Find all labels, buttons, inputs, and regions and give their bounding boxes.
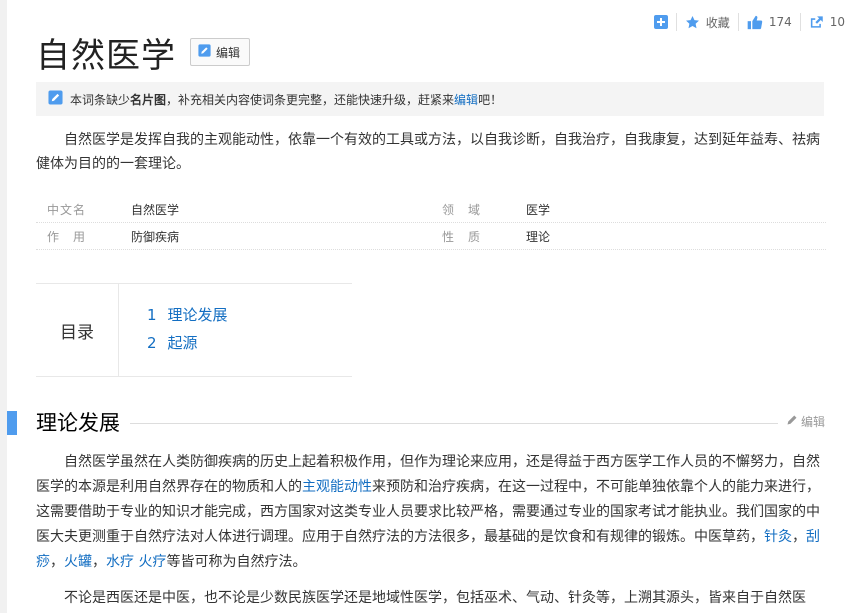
catalog-title: 目录 bbox=[36, 284, 119, 376]
thumbs-up-icon bbox=[747, 15, 763, 30]
body-paragraph: 自然医学虽然在人类防御疾病的历史上起着积极作用，但作为理论来应用，还是得益于西方… bbox=[36, 450, 826, 575]
info-name: 领 域 bbox=[442, 202, 482, 217]
top-action-bar: 收藏 174 10 bbox=[646, 12, 853, 32]
edit-button[interactable]: 编辑 bbox=[190, 38, 251, 66]
edit-button-label: 编辑 bbox=[216, 45, 241, 60]
link-fire-therapy[interactable]: 火疗 bbox=[138, 554, 166, 570]
plus-square-icon bbox=[653, 15, 668, 29]
link-cupping[interactable]: 火罐 bbox=[64, 554, 92, 570]
catalog-item-theory-development[interactable]: 1 理论发展 bbox=[147, 301, 228, 329]
title-row: 自然医学 编辑 bbox=[36, 28, 251, 76]
catalog: 目录 1 理论发展 2 起源 bbox=[36, 283, 352, 377]
like-button[interactable]: 174 bbox=[739, 15, 800, 30]
favorite-label: 收藏 bbox=[705, 15, 730, 30]
pencil-icon bbox=[786, 414, 801, 429]
share-button[interactable]: 10 bbox=[801, 15, 853, 29]
section-divider bbox=[130, 423, 778, 424]
page-title: 自然医学 bbox=[36, 35, 176, 76]
pencil-icon bbox=[198, 44, 216, 60]
link-hydrotherapy[interactable]: 水疗 bbox=[106, 554, 134, 570]
info-value: 理论 bbox=[526, 229, 551, 244]
section-edit-label: 编辑 bbox=[800, 415, 825, 429]
section-marker-bar bbox=[7, 411, 17, 435]
add-button[interactable] bbox=[646, 15, 676, 29]
catalog-list: 1 理论发展 2 起源 bbox=[119, 284, 228, 376]
section-edit-button[interactable]: 编辑 bbox=[786, 413, 825, 430]
info-value: 自然医学 bbox=[131, 202, 180, 217]
body-paragraph: 不论是西医还是中医，也不论是少数民族医学还是地域性医学，包括巫术、气动、针灸等，… bbox=[64, 590, 806, 606]
info-name: 性 质 bbox=[442, 229, 482, 244]
text: ， bbox=[92, 554, 106, 570]
basic-info-table: 中文名 自然医学 领 域 医学 作 用 防御疾病 性 质 理论 bbox=[36, 196, 826, 250]
info-row: 中文名 自然医学 领 域 医学 bbox=[36, 196, 826, 223]
text: ， bbox=[50, 554, 64, 570]
notice-text-mid: ，补充相关内容使词条更完整，还能快速升级，赶紧来 bbox=[166, 92, 455, 107]
like-count: 174 bbox=[768, 15, 792, 29]
catalog-item-origin[interactable]: 2 起源 bbox=[147, 329, 228, 357]
catalog-item-index: 1 bbox=[147, 306, 157, 324]
star-icon bbox=[685, 15, 700, 30]
notice-text-pre: 本词条缺少 bbox=[70, 92, 131, 107]
pencil-note-icon bbox=[48, 90, 63, 108]
catalog-item-label: 起源 bbox=[167, 334, 198, 352]
section-title: 理论发展 bbox=[36, 411, 120, 435]
info-value: 防御疾病 bbox=[131, 229, 180, 244]
catalog-item-index: 2 bbox=[147, 334, 157, 352]
missing-image-notice: 本词条缺少 名片图 ，补充相关内容使词条更完整，还能快速升级，赶紧来 编辑 吧！ bbox=[36, 82, 824, 116]
link-subjective-initiative[interactable]: 主观能动性 bbox=[302, 479, 372, 495]
info-value: 医学 bbox=[526, 202, 551, 217]
info-row: 作 用 防御疾病 性 质 理论 bbox=[36, 223, 826, 250]
summary-paragraph: 自然医学是发挥自我的主观能动性，依靠一个有效的工具或方法，以自我诊断，自我治疗，… bbox=[36, 132, 820, 172]
link-acupuncture[interactable]: 针灸 bbox=[764, 529, 792, 545]
left-edge-strip bbox=[0, 0, 7, 613]
page-root: 收藏 174 10 自然医学 编辑 本词条缺少 名片图 ，补充相关内容使词条更完… bbox=[0, 0, 853, 613]
info-name: 作 用 bbox=[47, 229, 87, 244]
share-count: 10 bbox=[829, 15, 845, 29]
share-icon bbox=[809, 15, 824, 29]
favorite-button[interactable]: 收藏 bbox=[677, 14, 738, 31]
notice-text-post: 吧！ bbox=[478, 92, 503, 107]
text: ， bbox=[792, 529, 806, 545]
text: 等皆可称为自然疗法。 bbox=[166, 554, 307, 570]
catalog-item-label: 理论发展 bbox=[167, 306, 228, 324]
notice-edit-link[interactable]: 编辑 bbox=[454, 91, 478, 108]
info-name: 中文名 bbox=[47, 202, 87, 217]
notice-text-bold: 名片图 bbox=[130, 92, 167, 107]
